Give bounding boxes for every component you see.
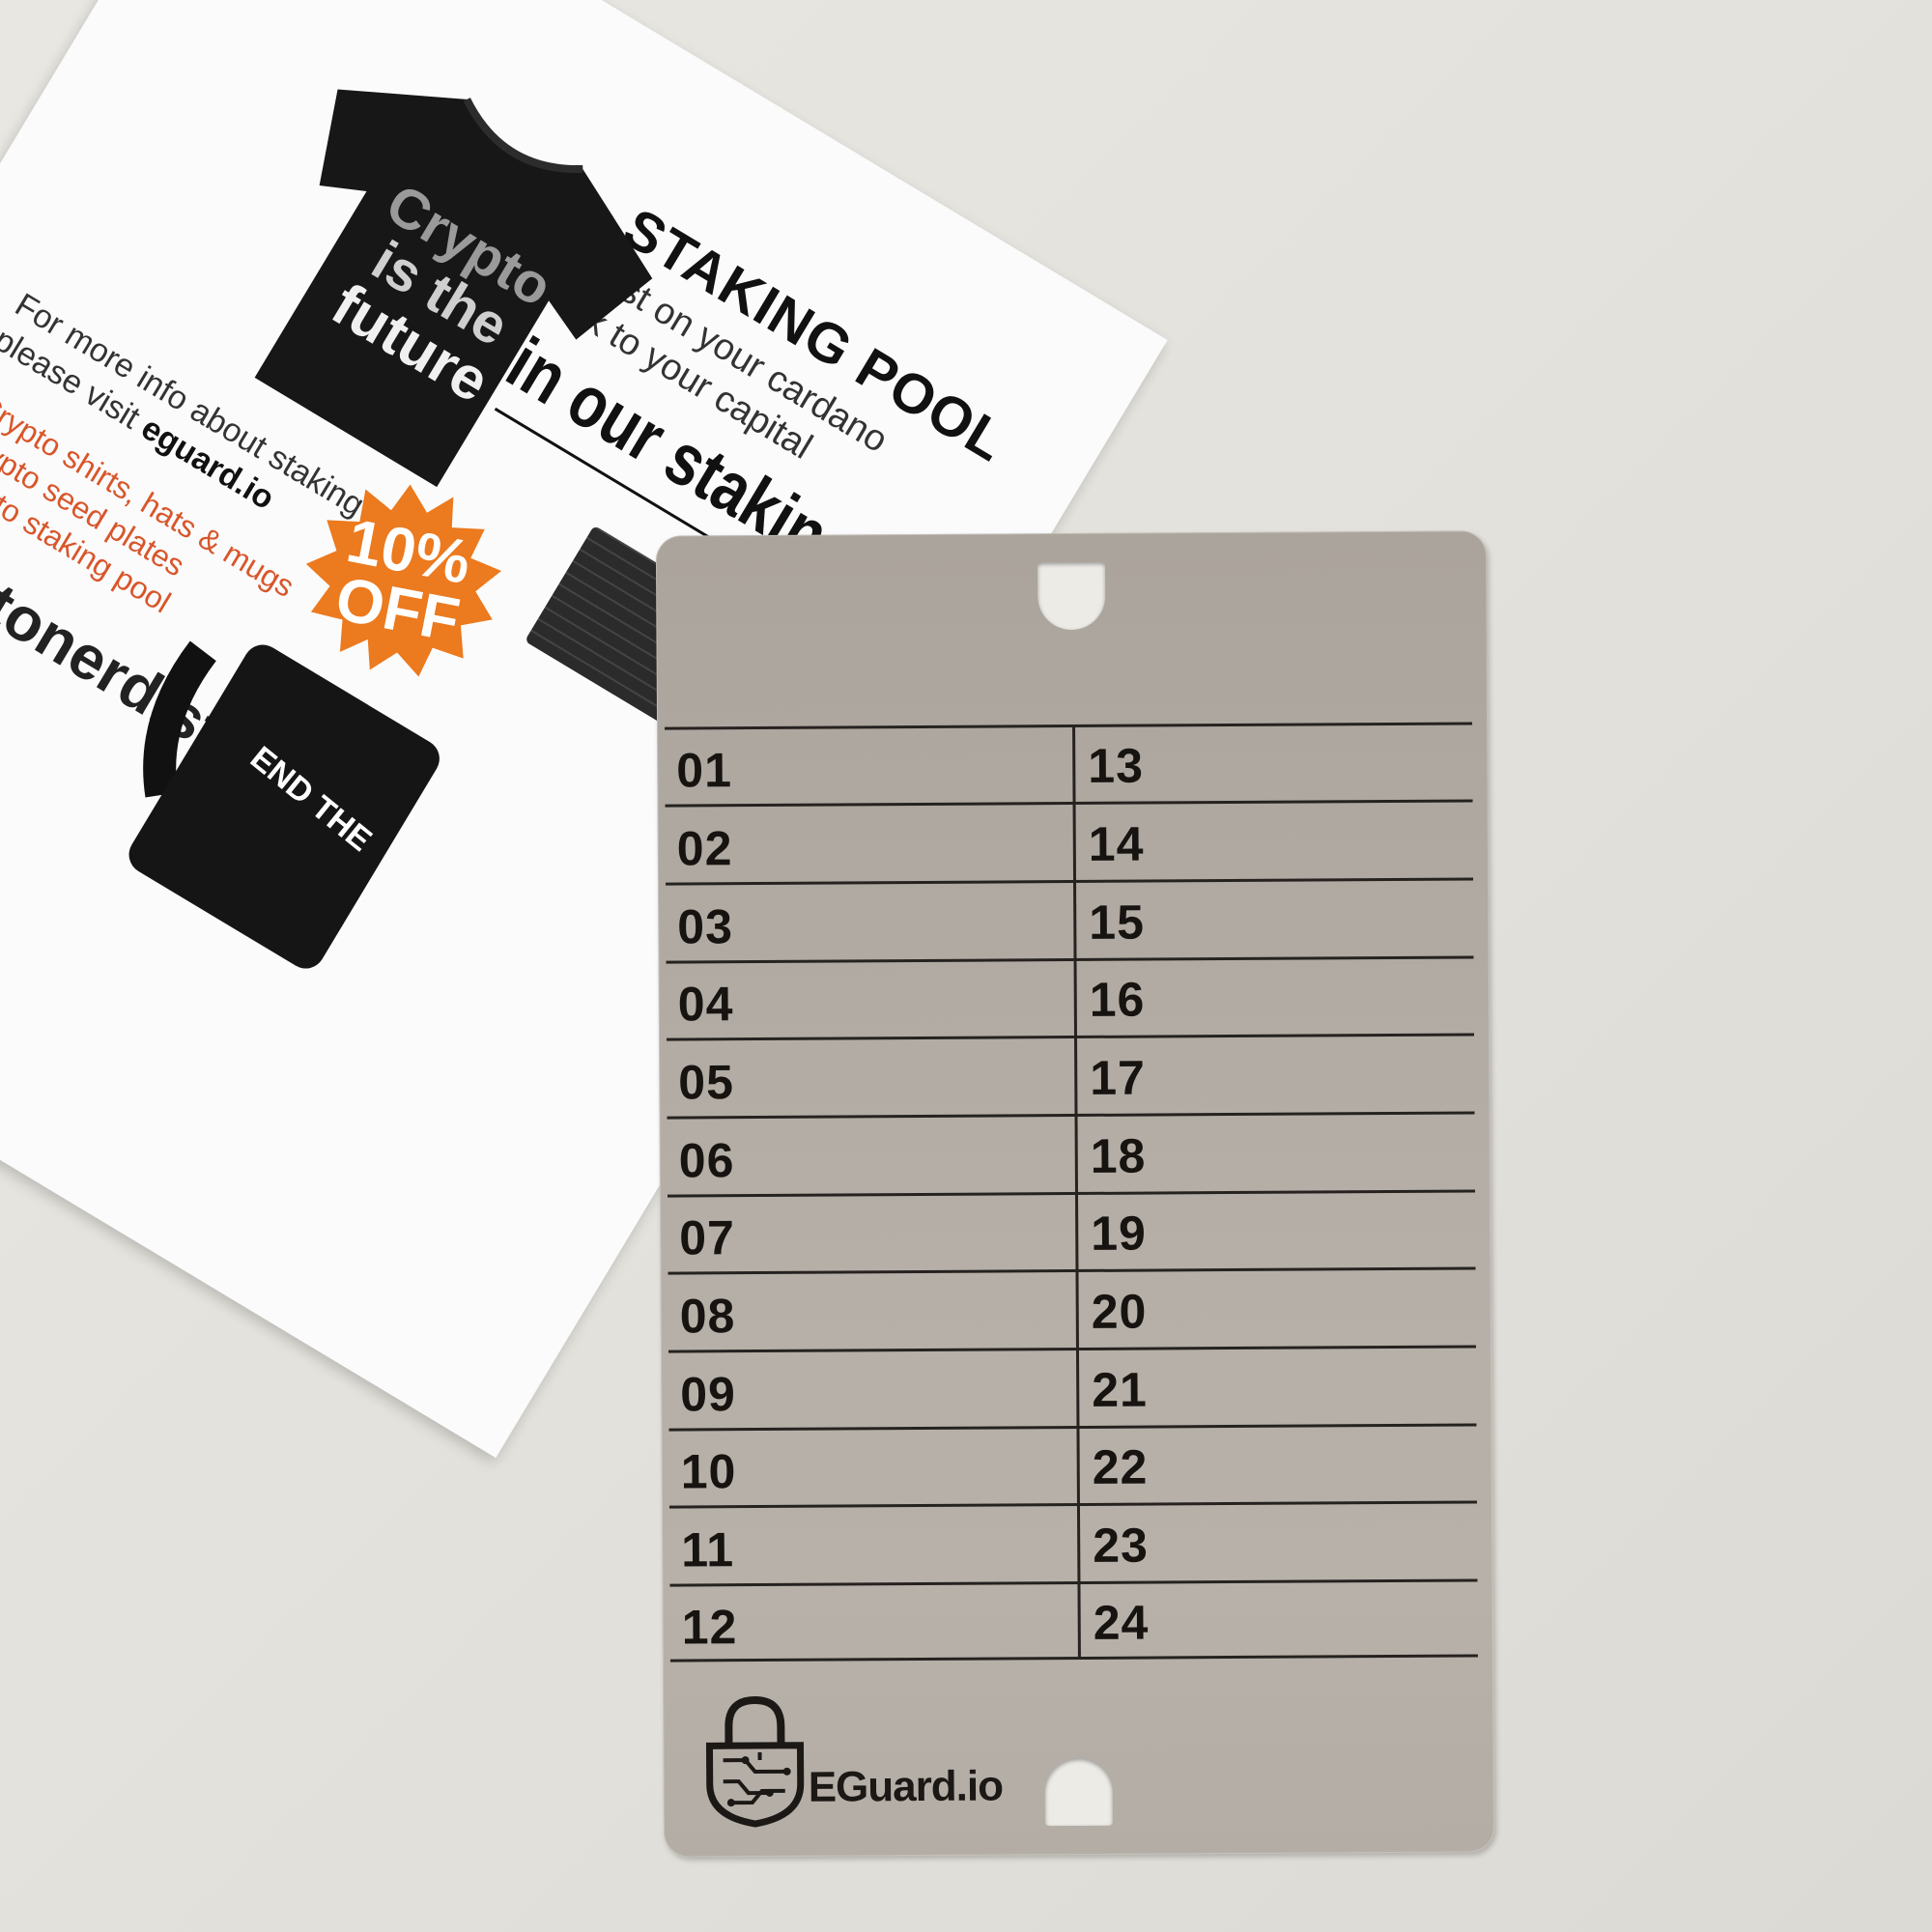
- word-number-left: 12: [681, 1600, 738, 1655]
- grid-line: [665, 799, 1473, 808]
- seed-phrase-plate: 01 02 03 04 05 06 07 08 09 10 11 12 13 1…: [655, 530, 1495, 1858]
- grid-line: [667, 1189, 1475, 1198]
- word-number-left: 06: [678, 1133, 735, 1188]
- word-number-right: 13: [1088, 738, 1145, 793]
- word-number-left: 03: [677, 899, 734, 954]
- word-number-left: 05: [678, 1055, 735, 1110]
- grid-line: [667, 1033, 1475, 1041]
- word-grid: 01 02 03 04 05 06 07 08 09 10 11 12 13 1…: [665, 722, 1478, 1662]
- grid-line: [669, 1654, 1478, 1662]
- word-number-right: 16: [1089, 972, 1146, 1027]
- word-number-right: 15: [1089, 895, 1146, 950]
- word-number-right: 19: [1091, 1206, 1148, 1261]
- word-number-left: 02: [676, 821, 733, 876]
- grid-line: [667, 1111, 1475, 1120]
- grid-line: [668, 1345, 1476, 1353]
- word-number-right: 17: [1090, 1050, 1147, 1105]
- word-number-right: 22: [1092, 1439, 1149, 1494]
- word-number-left: 01: [676, 743, 733, 798]
- grid-line: [668, 1266, 1476, 1275]
- brand-name: EGuard.io: [808, 1762, 1004, 1811]
- word-number-right: 21: [1092, 1362, 1149, 1417]
- word-number-right: 20: [1091, 1284, 1148, 1339]
- scene: STAKING POOL rest on your cardano sk to …: [0, 0, 1932, 1932]
- word-number-left: 11: [681, 1522, 735, 1577]
- grid-line: [668, 1500, 1477, 1509]
- word-number-right: 23: [1093, 1518, 1150, 1573]
- word-number-right: 18: [1090, 1128, 1147, 1183]
- padlock-circuit-icon: [701, 1692, 809, 1829]
- mounting-slot-top: [1037, 561, 1106, 631]
- grid-line: [666, 955, 1474, 964]
- word-number-left: 07: [679, 1210, 736, 1265]
- word-number-left: 09: [680, 1367, 737, 1422]
- word-number-left: 10: [680, 1444, 737, 1499]
- mounting-slot-bottom: [1044, 1757, 1113, 1827]
- grid-line: [665, 722, 1473, 730]
- word-number-right: 24: [1093, 1595, 1150, 1650]
- grid-line: [666, 877, 1474, 886]
- grid-line: [668, 1423, 1477, 1432]
- word-number-left: 04: [677, 977, 734, 1032]
- grid-line: [669, 1578, 1478, 1587]
- word-number-right: 14: [1088, 816, 1145, 871]
- word-number-left: 08: [679, 1289, 736, 1344]
